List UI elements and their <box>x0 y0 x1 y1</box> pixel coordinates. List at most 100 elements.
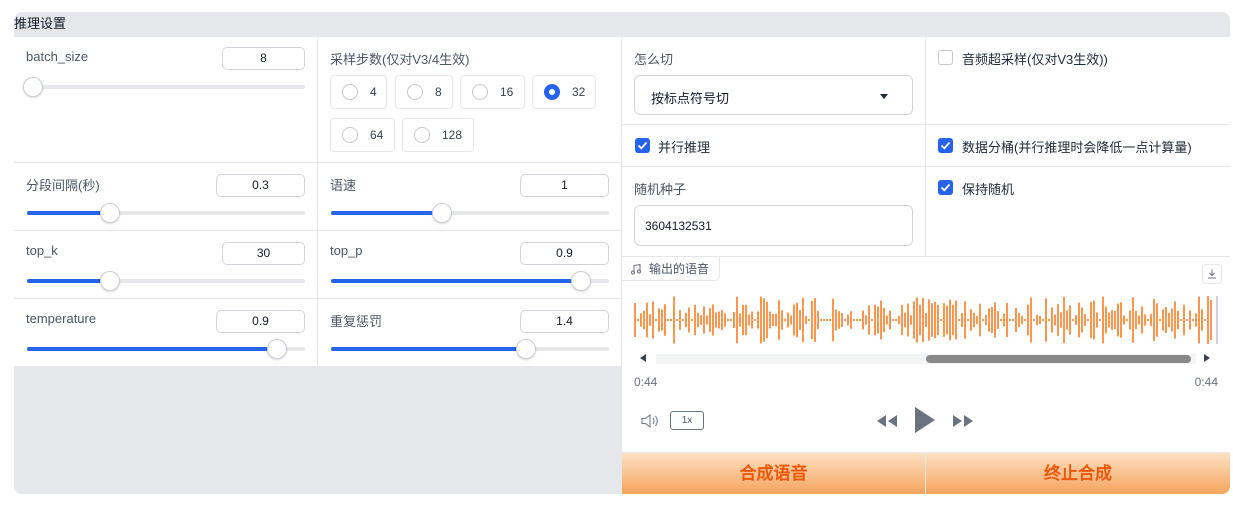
fast-forward-button[interactable] <box>951 414 975 431</box>
synthesize-button[interactable]: 合成语音 <box>622 453 925 494</box>
keep-random-label: 保持随机 <box>962 182 1015 197</box>
waveform-scrollbar-thumb[interactable] <box>926 355 1191 363</box>
top-p-slider-fill <box>331 279 582 283</box>
duration: 0:44 <box>1194 375 1218 389</box>
temperature-slider-fill <box>27 347 278 351</box>
rewind-icon <box>877 415 897 427</box>
top-k-label: top_k <box>26 243 58 258</box>
random-seed-input[interactable]: 3604132531 <box>634 205 913 246</box>
parallel-infer-checkbox[interactable] <box>635 138 650 153</box>
batch-size-input[interactable]: 8 <box>222 47 305 70</box>
check-icon <box>940 141 951 150</box>
radio-dot-icon <box>544 84 560 100</box>
download-icon <box>1208 269 1216 279</box>
speed-cell: 语速 1 <box>318 163 622 231</box>
super-sampling-cell: 音频超采样(仅对V3生效)) <box>926 37 1230 125</box>
check-icon <box>940 183 951 192</box>
radio-dot-icon <box>342 84 358 100</box>
temperature-cell: temperature 0.9 <box>14 299 318 367</box>
sample-steps-cell: 采样步数(仅对V3/4生效) 4 8 16 32 64 128 <box>318 37 622 163</box>
sample-steps-option-64[interactable]: 64 <box>330 118 395 152</box>
playhead <box>1216 296 1218 344</box>
top-k-slider-thumb[interactable] <box>100 271 121 291</box>
top-k-cell: top_k 30 <box>14 231 318 299</box>
batch-size-slider[interactable] <box>22 77 305 97</box>
super-sampling-checkbox[interactable] <box>938 50 953 65</box>
sample-steps-option-8[interactable]: 8 <box>395 75 453 109</box>
sample-steps-label: 采样步数(仅对V3/4生效) <box>330 52 470 67</box>
parallel-infer-cell: 并行推理 <box>622 125 926 167</box>
check-icon <box>637 141 648 150</box>
super-sampling-label: 音频超采样(仅对V3生效)) <box>962 52 1108 67</box>
top-p-slider[interactable] <box>331 271 609 291</box>
segment-interval-label: 分段间隔(秒) <box>26 178 100 193</box>
speed-slider-fill <box>331 211 443 215</box>
repetition-penalty-input[interactable]: 1.4 <box>520 310 609 333</box>
data-bucket-checkbox[interactable] <box>938 138 953 153</box>
batch-size-cell: batch_size 8 <box>14 37 318 163</box>
repetition-penalty-slider-thumb[interactable] <box>515 339 536 359</box>
speed-label: 语速 <box>330 178 357 193</box>
panel-title: 推理设置 <box>14 16 67 31</box>
cut-method-dropdown[interactable]: 按标点符号切 <box>634 75 913 115</box>
top-k-input[interactable]: 30 <box>222 242 305 265</box>
data-bucket-cell: 数据分桶(并行推理时会降低一点计算量) <box>926 125 1230 167</box>
audio-output-tag: 输出的语音 <box>622 257 721 281</box>
temperature-input[interactable]: 0.9 <box>216 310 305 333</box>
speed-slider-thumb[interactable] <box>432 203 453 223</box>
batch-size-label: batch_size <box>26 49 89 64</box>
top-p-slider-thumb[interactable] <box>571 271 592 291</box>
play-button[interactable] <box>913 406 937 437</box>
sample-steps-option-128[interactable]: 128 <box>402 118 474 152</box>
temperature-label: temperature <box>26 311 97 326</box>
top-p-label: top_p <box>330 243 363 258</box>
audio-output-cell: 输出的语音 0:44 0:44 1x <box>622 257 1230 453</box>
waveform-scrollbar[interactable] <box>656 354 1196 364</box>
cut-method-label: 怎么切 <box>634 52 674 67</box>
repetition-penalty-slider[interactable] <box>331 339 609 359</box>
random-seed-label: 随机种子 <box>634 182 687 197</box>
sample-steps-option-32[interactable]: 32 <box>532 75 596 109</box>
segment-interval-slider-fill <box>27 211 111 215</box>
playback-rate-button[interactable]: 1x <box>670 411 704 430</box>
segment-interval-slider-thumb[interactable] <box>100 203 121 223</box>
download-button[interactable] <box>1202 264 1222 284</box>
option-label: 64 <box>370 128 384 142</box>
cut-method-value: 按标点符号切 <box>651 91 730 106</box>
top-p-cell: top_p 0.9 <box>318 231 622 299</box>
repetition-penalty-slider-fill <box>331 347 526 351</box>
top-p-input[interactable]: 0.9 <box>520 242 609 265</box>
option-label: 8 <box>435 85 442 99</box>
temperature-slider[interactable] <box>27 339 305 359</box>
data-bucket-label: 数据分桶(并行推理时会降低一点计算量) <box>962 140 1192 155</box>
sample-steps-option-16[interactable]: 16 <box>460 75 525 109</box>
radio-dot-icon <box>472 84 488 100</box>
option-label: 32 <box>572 85 586 99</box>
speed-input[interactable]: 1 <box>520 174 609 197</box>
keep-random-checkbox[interactable] <box>938 180 953 195</box>
segment-interval-input[interactable]: 0.3 <box>216 174 305 197</box>
audio-waveform[interactable] <box>634 290 1214 350</box>
top-k-slider[interactable] <box>27 271 305 291</box>
speed-slider[interactable] <box>331 203 609 223</box>
option-label: 4 <box>370 85 377 99</box>
sample-steps-option-4[interactable]: 4 <box>330 75 387 109</box>
radio-dot-icon <box>342 127 358 143</box>
rewind-button[interactable] <box>875 414 899 431</box>
music-note-icon <box>631 263 641 274</box>
volume-button[interactable] <box>640 412 662 433</box>
radio-dot-icon <box>414 127 430 143</box>
repetition-penalty-cell: 重复惩罚 1.4 <box>318 299 622 367</box>
random-seed-cell: 随机种子 3604132531 <box>622 167 926 257</box>
segment-interval-slider[interactable] <box>27 203 305 223</box>
temperature-slider-thumb[interactable] <box>267 339 288 359</box>
volume-icon <box>641 413 658 429</box>
scroll-left-icon[interactable] <box>640 354 646 362</box>
batch-size-slider-thumb[interactable] <box>22 77 43 97</box>
scroll-right-icon[interactable] <box>1204 354 1210 362</box>
audio-output-label: 输出的语音 <box>649 262 710 276</box>
repetition-penalty-label: 重复惩罚 <box>330 314 383 329</box>
stop-button[interactable]: 终止合成 <box>926 453 1230 494</box>
segment-interval-cell: 分段间隔(秒) 0.3 <box>14 163 318 231</box>
cut-method-cell: 怎么切 按标点符号切 <box>622 37 926 125</box>
